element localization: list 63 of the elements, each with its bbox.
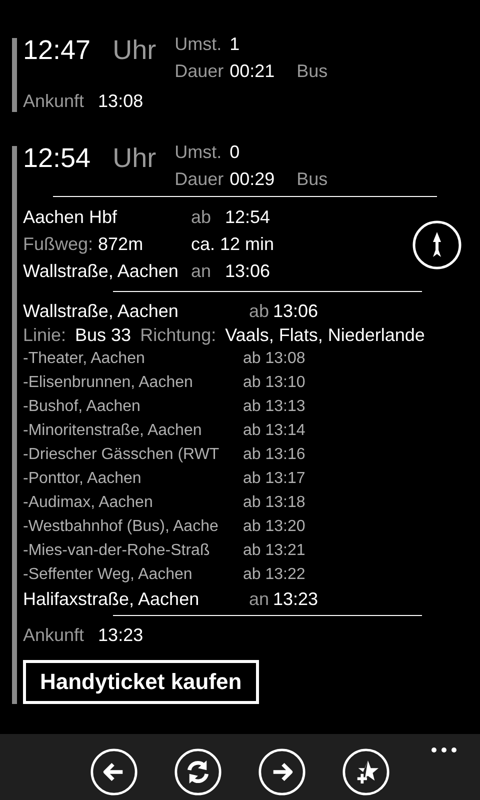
stop-name: -Minoritenstraße, Aachen xyxy=(23,421,203,441)
direction-value: Vaals, Flats, Niederlande xyxy=(225,324,425,347)
stop-time: ab 13:10 xyxy=(243,373,306,393)
more-icon[interactable] xyxy=(430,746,458,754)
line-label: Linie: xyxy=(23,324,66,347)
stop-time: ab 13:14 xyxy=(243,421,306,441)
departure-time: 12:47 xyxy=(23,34,91,66)
stop-time: ab 13:17 xyxy=(243,469,306,489)
departure-label: ab xyxy=(249,300,270,323)
arrival-time: 13:08 xyxy=(98,90,144,112)
walking-direction-icon[interactable] xyxy=(412,220,462,270)
arrival-time: 13:23 xyxy=(273,588,318,611)
departure-time: 12:54 xyxy=(225,206,272,229)
duration-label: Dauer xyxy=(174,169,224,190)
line-value: Bus 33 xyxy=(75,324,132,347)
departure-label: ab xyxy=(191,206,212,229)
arrival-label: Ankunft xyxy=(23,624,84,646)
departure-time: 13:06 xyxy=(273,300,318,323)
stop-time: ab 13:21 xyxy=(243,541,306,561)
walk-duration: ca. 12 min xyxy=(191,233,276,256)
stop-name: Wallstraße, Aachen xyxy=(23,260,180,283)
refresh-icon[interactable] xyxy=(174,748,222,796)
stop-name: -Mies-van-der-Rohe-Straß xyxy=(23,541,211,561)
stop-name: Halifaxstraße, Aachen xyxy=(23,588,200,611)
stop-time: ab 13:16 xyxy=(243,445,306,465)
stop-time: ab 13:18 xyxy=(243,493,306,513)
stop-name: -Ponttor, Aachen xyxy=(23,469,142,489)
arrival-label: Ankunft xyxy=(23,90,84,112)
changes-label: Umst. xyxy=(174,142,223,163)
changes-label: Umst. xyxy=(174,34,223,55)
stop-name: -Theater, Aachen xyxy=(23,349,146,369)
walk-distance: Fußweg: 872m xyxy=(23,233,144,256)
direction-label: Richtung: xyxy=(140,324,216,347)
back-icon[interactable] xyxy=(90,748,138,796)
stop-name: -Westbahnhof (Bus), Aache xyxy=(23,517,220,537)
ticket-button[interactable]: Handyticket kaufen xyxy=(23,660,259,704)
stop-name: Wallstraße, Aachen xyxy=(23,300,180,323)
duration-value: 00:29 xyxy=(230,169,275,190)
forward-icon[interactable] xyxy=(258,748,306,796)
arrival-time: 13:06 xyxy=(225,260,272,283)
stop-time: ab 13:22 xyxy=(243,565,306,585)
changes-value: 0 xyxy=(230,142,241,163)
arrival-label: an xyxy=(191,260,212,283)
stop-name: -Bushof, Aachen xyxy=(23,397,142,417)
stop-name: -Elisenbrunnen, Aachen xyxy=(23,373,194,393)
transport-mode: Bus xyxy=(296,61,328,82)
arrival-time: 13:23 xyxy=(98,624,144,646)
stop-time: ab 13:08 xyxy=(243,349,306,369)
departure-time: 12:54 xyxy=(23,142,91,174)
transport-mode: Bus xyxy=(296,169,328,190)
stop-time: ab 13:20 xyxy=(243,517,306,537)
duration-value: 00:21 xyxy=(230,61,275,82)
stop-time: ab 13:13 xyxy=(243,397,306,417)
stop-name: -Seffenter Weg, Aachen xyxy=(23,565,194,585)
time-unit: Uhr xyxy=(112,34,158,66)
changes-value: 1 xyxy=(230,34,241,55)
star-add-icon[interactable] xyxy=(342,748,390,796)
stop-name: -Audimax, Aachen xyxy=(23,493,154,513)
stop-name: -Driescher Gässchen (RWT xyxy=(23,445,220,465)
duration-label: Dauer xyxy=(174,61,224,82)
stop-name: Aachen Hbf xyxy=(23,206,118,229)
time-unit: Uhr xyxy=(112,142,158,174)
arrival-label: an xyxy=(249,588,270,611)
